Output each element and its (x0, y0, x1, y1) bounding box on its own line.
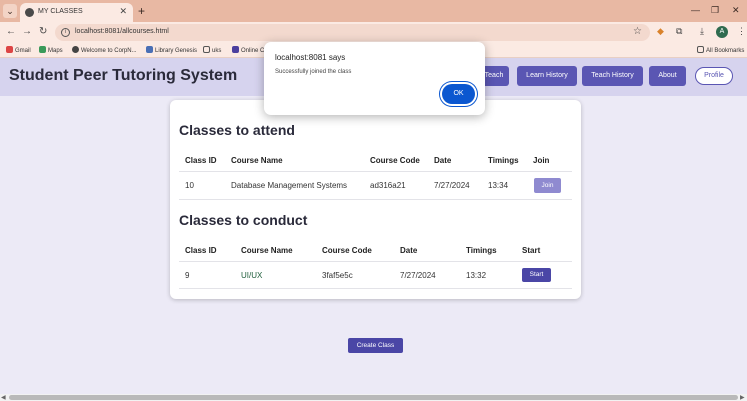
bookmark-item[interactable]: Library Genesis (146, 46, 197, 54)
column-header: Join (533, 156, 550, 165)
download-icon[interactable]: ⤓ (700, 26, 704, 37)
browser-tabstrip: ⌄ MY CLASSES ✕ + — ❐ ✕ (0, 0, 747, 22)
scroll-right-icon[interactable]: ▶ (740, 394, 745, 401)
extensions-icon[interactable]: ⧉ (676, 26, 682, 37)
column-header: Timings (488, 156, 519, 165)
gmail-icon (6, 46, 13, 53)
bookmark-star-icon[interactable]: ☆ (633, 26, 642, 37)
address-bar[interactable]: i localhost:8081/allcourses.html ☆ (55, 24, 650, 41)
column-header: Start (522, 246, 541, 255)
divider (179, 261, 572, 262)
tab-favicon-icon (25, 8, 34, 17)
attend-course-code: ad316a21 (370, 181, 406, 190)
folder-icon (697, 46, 704, 53)
attend-section-title: Classes to attend (179, 122, 295, 138)
conduct-course-code: 3faf5e5c (322, 271, 353, 280)
nav-teach-history-button[interactable]: Teach History (582, 66, 643, 86)
nav-learn-history-button[interactable]: Learn History (517, 66, 577, 86)
start-button[interactable]: Start (522, 268, 551, 282)
column-header: Class ID (185, 156, 217, 165)
all-bookmarks[interactable]: All Bookmarks (697, 46, 744, 54)
library-icon (146, 46, 153, 53)
column-header: Course Code (370, 156, 420, 165)
conduct-class-id: 9 (185, 271, 190, 280)
extension-fox-icon[interactable]: ◆ (657, 26, 664, 37)
column-header: Date (400, 246, 418, 255)
bookmark-item[interactable]: Online C (232, 46, 264, 54)
divider (179, 171, 572, 172)
dialog-message: Successfully joined the class (275, 69, 352, 75)
maps-icon (39, 46, 46, 53)
column-header: Course Name (231, 156, 283, 165)
column-header: Class ID (185, 246, 217, 255)
app-title: Student Peer Tutoring System (9, 67, 238, 84)
attend-class-id: 10 (185, 181, 194, 190)
conduct-course-name: UI/UX (241, 271, 263, 280)
globe-icon (72, 46, 79, 53)
attend-date: 7/27/2024 (434, 181, 470, 190)
online-icon (232, 46, 239, 53)
site-info-icon[interactable]: i (61, 28, 70, 37)
bookmark-item[interactable]: Maps (39, 46, 63, 54)
column-header: Course Name (241, 246, 293, 255)
tab-search-icon[interactable]: ⌄ (3, 4, 17, 18)
alert-dialog: localhost:8081 says Successfully joined … (264, 42, 485, 115)
dialog-ok-button[interactable]: OK (442, 84, 475, 104)
divider (179, 288, 572, 289)
tab-close-icon[interactable]: ✕ (119, 6, 127, 17)
scroll-left-icon[interactable]: ◀ (1, 394, 6, 401)
browser-toolbar: ← → ↻ i localhost:8081/allcourses.html ☆ (0, 22, 747, 43)
reload-icon[interactable]: ↻ (39, 26, 47, 37)
scroll-thumb[interactable] (9, 395, 738, 400)
horizontal-scrollbar[interactable]: ◀ ▶ (0, 394, 747, 401)
back-icon[interactable]: ← (6, 26, 16, 37)
conduct-date: 7/27/2024 (400, 271, 436, 280)
column-header: Timings (466, 246, 497, 255)
folder-icon (203, 46, 210, 53)
attend-timings: 13:34 (488, 181, 509, 190)
conduct-timings: 13:32 (466, 271, 487, 280)
column-header: Date (434, 156, 452, 165)
join-button[interactable]: Join (534, 178, 561, 193)
browser-tab[interactable]: MY CLASSES ✕ (20, 3, 133, 22)
nav-about-button[interactable]: About (649, 66, 686, 86)
dialog-title: localhost:8081 says (275, 53, 346, 62)
bookmark-item[interactable]: uks (203, 46, 221, 54)
column-header: Course Code (322, 246, 372, 255)
minimize-icon[interactable]: — (691, 5, 700, 15)
new-tab-icon[interactable]: + (138, 4, 145, 18)
tab-title: MY CLASSES (38, 8, 83, 15)
classes-card: Classes to attend Class ID Course Name C… (170, 100, 581, 299)
conduct-section-title: Classes to conduct (179, 212, 308, 228)
bookmark-item[interactable]: Welcome to CorpN... (72, 46, 137, 54)
restore-icon[interactable]: ❐ (711, 5, 719, 16)
attend-course-name: Database Management Systems (231, 181, 348, 190)
forward-icon[interactable]: → (22, 26, 32, 37)
url-text: localhost:8081/allcourses.html (75, 28, 169, 35)
create-class-button[interactable]: Create Class (348, 338, 403, 353)
profile-avatar[interactable]: A (716, 26, 728, 38)
close-window-icon[interactable]: ✕ (732, 5, 740, 16)
profile-button[interactable]: Profile (695, 67, 733, 85)
divider (179, 199, 572, 200)
bookmark-item[interactable]: Gmail (6, 46, 31, 54)
browser-menu-icon[interactable]: ⋮ (737, 26, 746, 37)
